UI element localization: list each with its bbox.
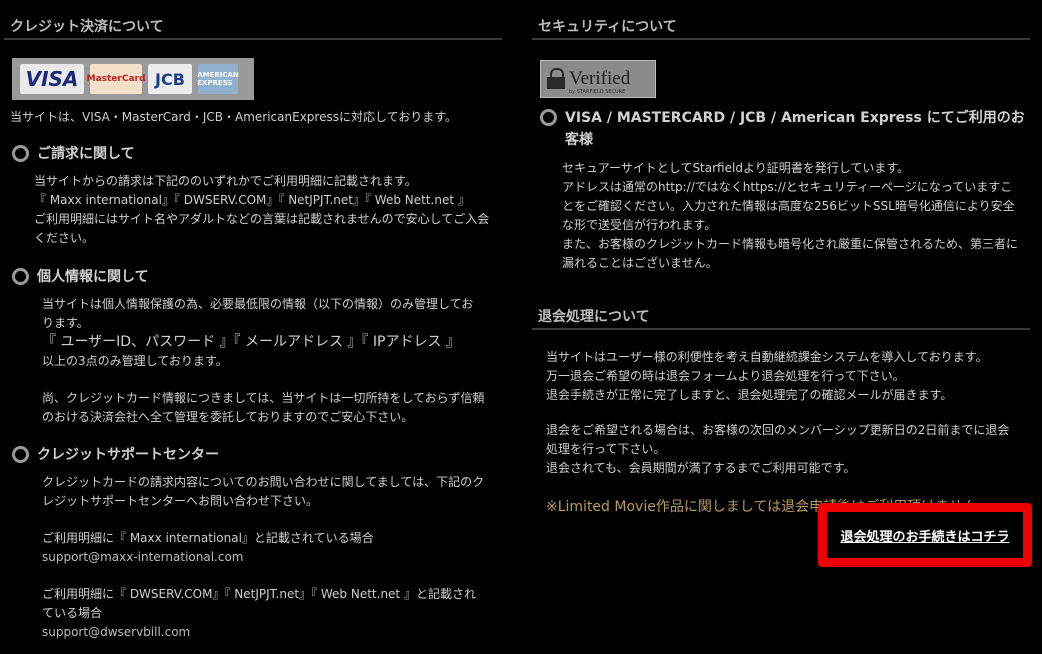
- support-email[interactable]: support@dwservbill.com: [42, 623, 484, 642]
- visa-logo: VISA: [20, 64, 84, 94]
- privacy-item: 個人情報に関して: [12, 266, 149, 288]
- withdraw-procedure-link-box[interactable]: 退会処理のお手続きはコチラ: [818, 503, 1032, 567]
- privacy-line: 以上の3点のみ管理しております。: [42, 354, 228, 368]
- withdraw-line: 万一退会ご希望の時は退会フォームより退会処理を行って下さい。: [546, 369, 905, 383]
- billing-line: ご利用明細にはサイト名やアダルトなどの言葉は記載されませんので安心してご入会: [34, 212, 490, 226]
- secure-line: また、お客様のクレジットカード情報も暗号化され厳重に保管されるため、第三者に: [562, 237, 1019, 251]
- secure-title-line: 客様: [565, 132, 593, 148]
- support-case: ご利用明細に『 Maxx international』と記載されている場合: [42, 531, 374, 545]
- withdraw-line: 退会をご希望される場合は、お客様の次回のメンバーシップ更新日の2日前までに退会: [546, 423, 1010, 437]
- verified-text: Verified: [569, 68, 631, 89]
- privacy-line: ります。: [42, 316, 89, 330]
- support-case: ている場合: [42, 606, 103, 620]
- support-text: クレジットカードの請求内容についてのお問い合わせに関してましては、下記のク レジ…: [42, 473, 484, 642]
- support-line: レジットサポートセンターへお問い合わせ下さい。: [42, 494, 319, 508]
- radio-bullet-icon: [12, 145, 29, 162]
- secure-item: VISA / MASTERCARD / JCB / American Expre…: [540, 107, 1030, 151]
- billing-item: ご請求に関して: [12, 143, 135, 165]
- withdraw-section-header: 退会処理について: [532, 290, 1030, 330]
- billing-line: ください。: [34, 231, 95, 245]
- billing-line: 『 Maxx international』『 DWSERV.COM』『 NetJ…: [34, 193, 470, 207]
- privacy-line: のおける決済会社へ全て管理を委託しておりますのでご安心下さい。: [42, 410, 414, 424]
- secure-line: アドレスは通常のhttp://ではなくhttps://とセキュリティーページにな…: [562, 180, 1013, 194]
- mastercard-logo: MasterCard: [87, 64, 145, 94]
- starfield-verified-badge: Verified by STARFIELD SECURE: [540, 60, 656, 98]
- support-email[interactable]: support@maxx-international.com: [42, 548, 484, 567]
- secure-line: セキュアーサイトとしてStarfieldより証明書を発行しています。: [562, 161, 910, 175]
- verified-subtext: by STARFIELD SECURE: [569, 89, 626, 95]
- withdraw-line: 当サイトはユーザー様の利便性を考え自動継続課金システムを導入しております。: [546, 350, 988, 364]
- billing-title: ご請求に関して: [37, 146, 135, 162]
- radio-bullet-icon: [540, 109, 557, 126]
- secure-text: セキュアーサイトとしてStarfieldより証明書を発行しています。 アドレスは…: [562, 159, 1018, 273]
- support-title: クレジットサポートセンター: [37, 447, 219, 463]
- lock-icon: [547, 68, 565, 90]
- privacy-info-list: 『 ユーザーID、パスワード 』『 メールアドレス 』『 IPアドレス 』: [42, 334, 460, 350]
- jcb-logo: JCB: [148, 64, 192, 94]
- privacy-text: 当サイトは個人情報保護の為、必要最低限の情報（以下の情報）のみ管理してお ります…: [42, 295, 484, 427]
- privacy-line: 尚、クレジットカード情報につきましては、当サイトは一切所持をしておらず信頼: [42, 391, 485, 405]
- privacy-line: 当サイトは個人情報保護の為、必要最低限の情報（以下の情報）のみ管理してお: [42, 297, 474, 311]
- amex-logo: AMERICAN EXPRESS: [197, 64, 239, 94]
- supported-cards-text: 当サイトは、VISA・MasterCard・JCB・AmericanExpres…: [10, 110, 458, 124]
- credit-heading: クレジット決済について: [10, 19, 164, 35]
- radio-bullet-icon: [12, 446, 29, 463]
- billing-text: 当サイトからの請求は下記ののいずれかでご利用明細に記載されます。 『 Maxx …: [34, 172, 489, 248]
- withdraw-line: 退会手続きが正常に完了しますと、退会処理完了の確認メールが届きます。: [546, 388, 953, 402]
- card-logos: VISA MasterCard JCB AMERICAN EXPRESS: [12, 58, 254, 100]
- secure-title-line: VISA / MASTERCARD / JCB / American Expre…: [565, 110, 1025, 126]
- support-item: クレジットサポートセンター: [12, 444, 219, 466]
- security-heading: セキュリティについて: [538, 19, 677, 35]
- security-section-header: セキュリティについて: [532, 0, 1030, 40]
- withdraw-procedure-link[interactable]: 退会処理のお手続きはコチラ: [840, 526, 1009, 545]
- withdraw-text: 当サイトはユーザー様の利便性を考え自動継続課金システムを導入しております。 万一…: [546, 348, 1009, 478]
- billing-line: 当サイトからの請求は下記ののいずれかでご利用明細に記載されます。: [34, 174, 417, 188]
- support-line: クレジットカードの請求内容についてのお問い合わせに関してましては、下記のク: [42, 475, 485, 489]
- secure-line: とをご確認ください。入力された情報は高度な256ビットSSL暗号化通信により安全: [562, 199, 1015, 213]
- privacy-title: 個人情報に関して: [37, 269, 149, 285]
- support-case: ご利用明細に『 DWSERV.COM』『 NetJPJT.net』『 Web N…: [42, 587, 476, 601]
- withdraw-line: 処理を行って下さい。: [546, 442, 666, 456]
- credit-section-header: クレジット決済について: [4, 0, 502, 40]
- secure-line: 漏れることはございません。: [562, 256, 718, 270]
- secure-line: な形で送受信が行われます。: [562, 218, 717, 232]
- withdraw-line: 退会されても、会員期間が満了するまでご利用可能です。: [546, 461, 856, 475]
- radio-bullet-icon: [12, 268, 29, 285]
- withdraw-heading: 退会処理について: [538, 309, 650, 325]
- secure-title: VISA / MASTERCARD / JCB / American Expre…: [565, 107, 1025, 151]
